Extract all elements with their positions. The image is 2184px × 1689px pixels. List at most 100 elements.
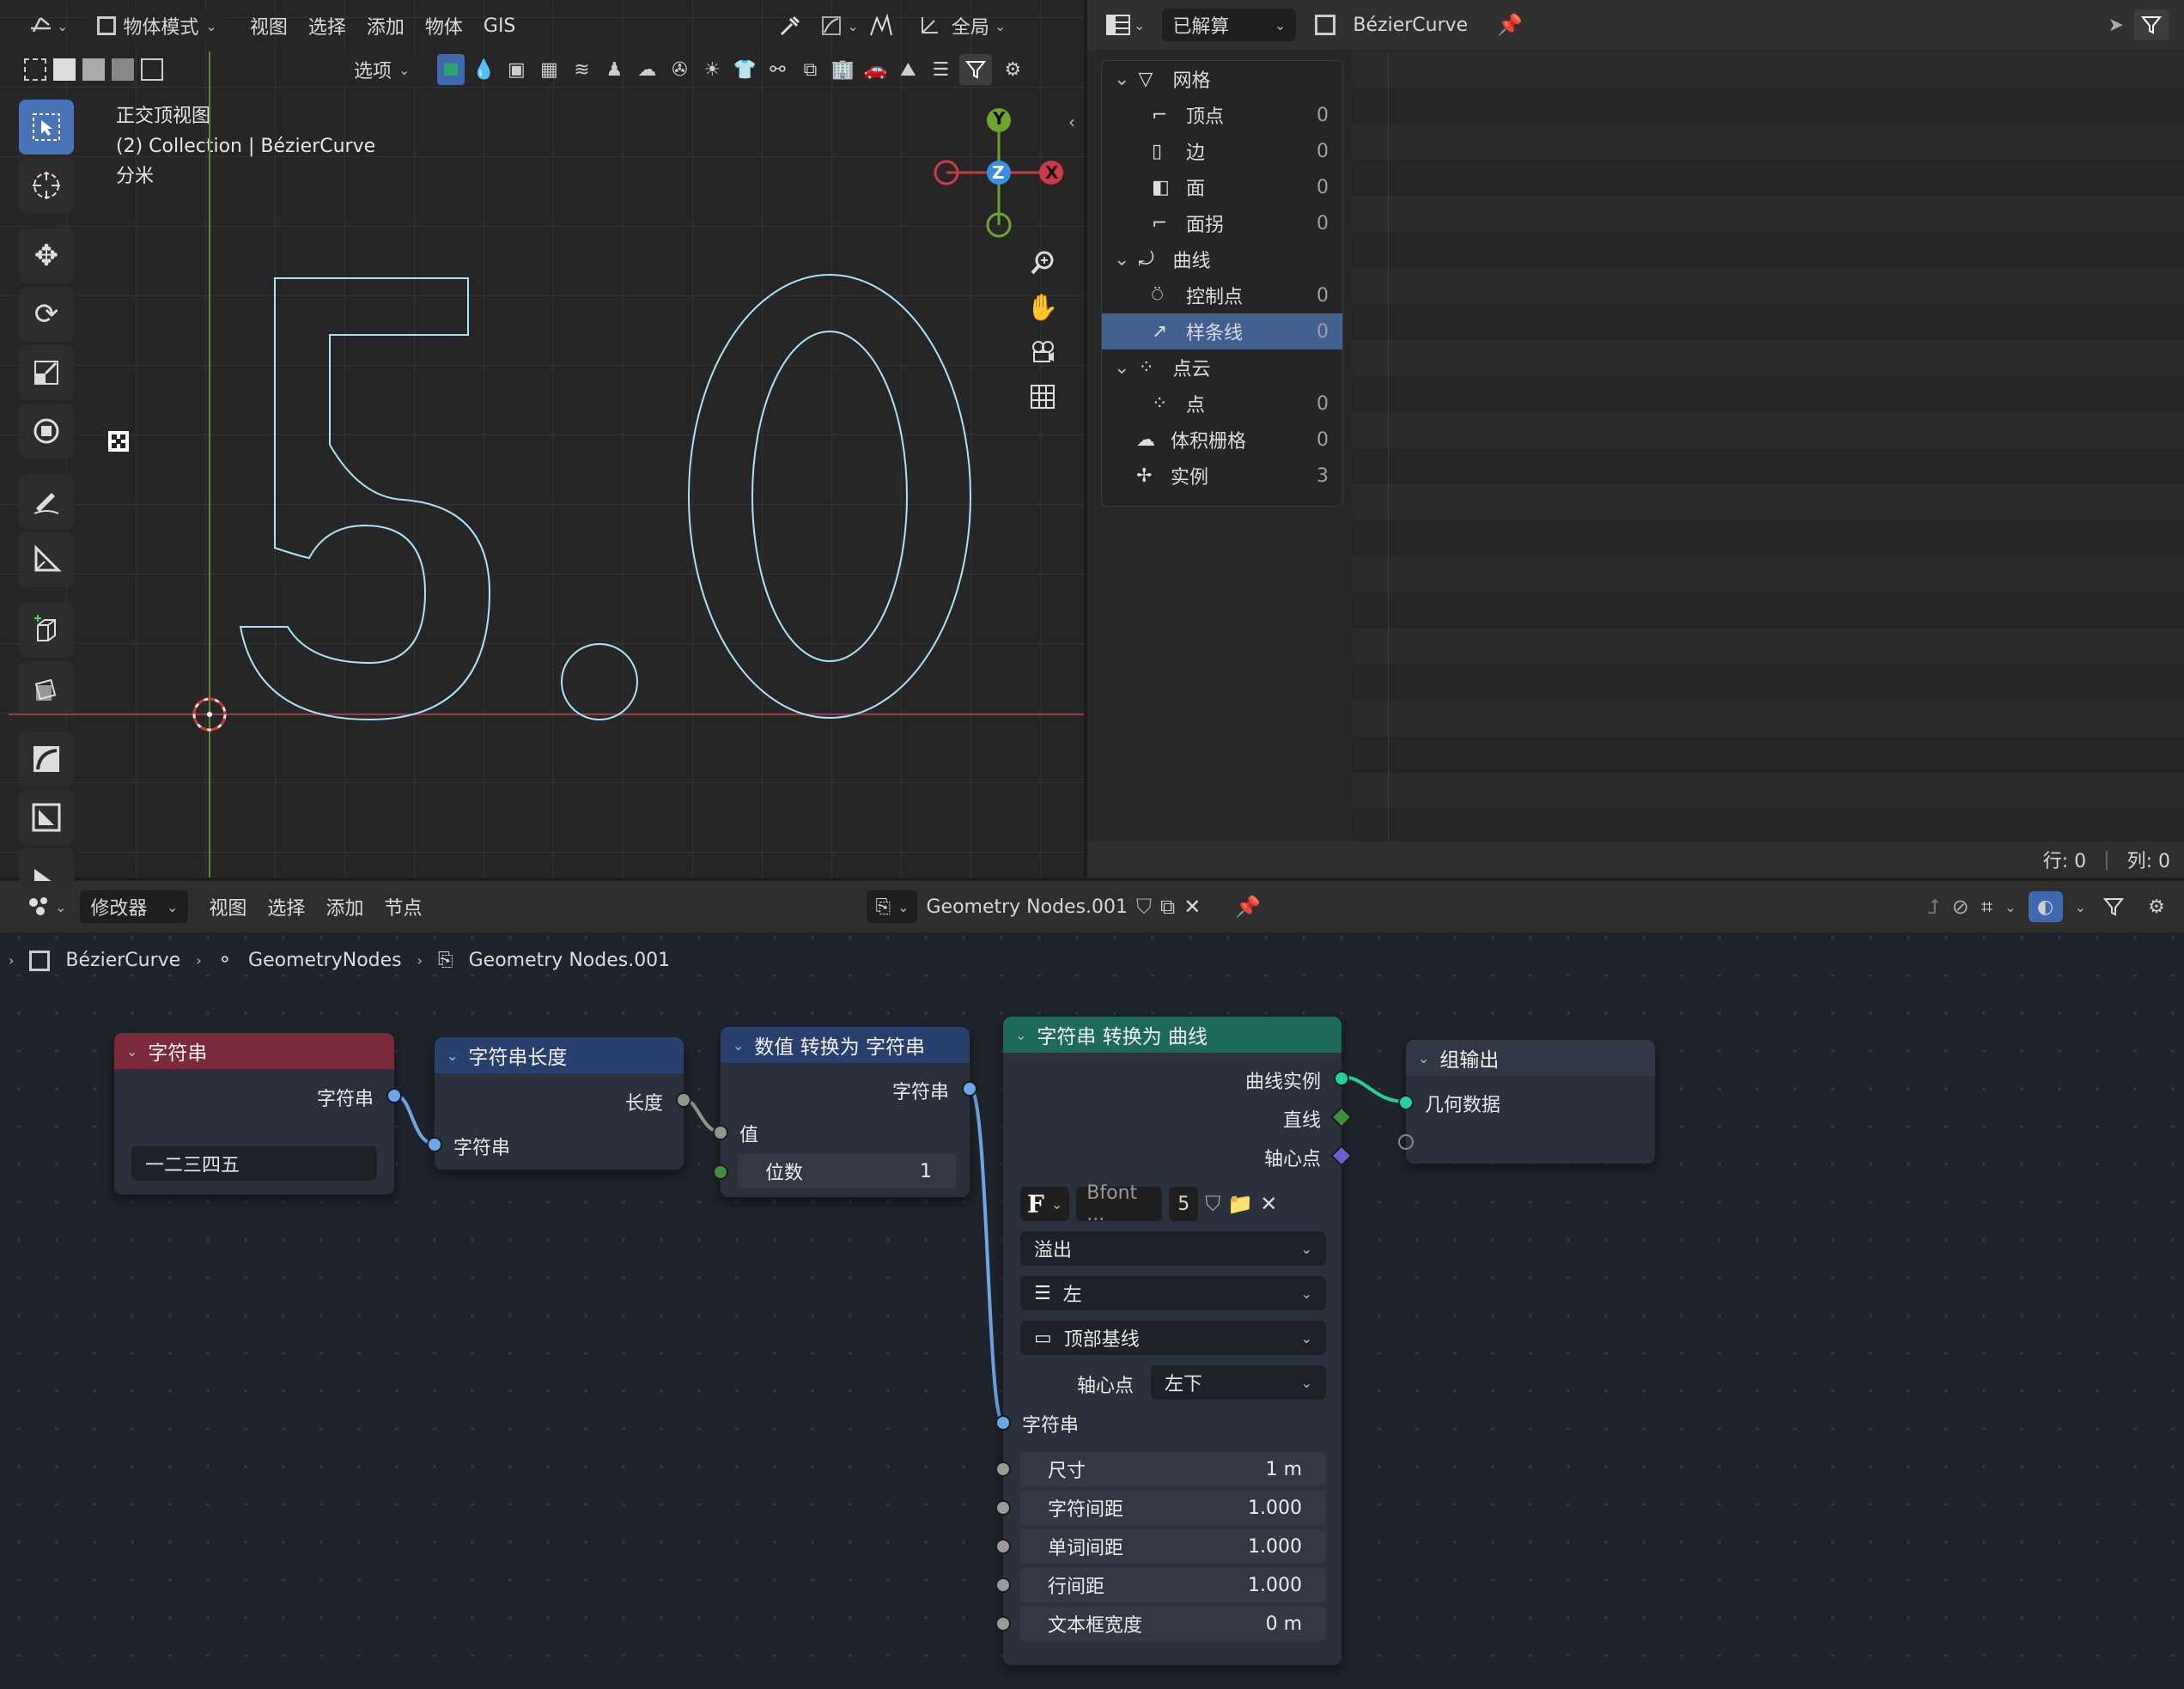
spreadsheet-header: ⌄ 已解算 ⌄ BézierCurve 📌 ➤ [1087,0,2184,50]
align-x-dropdown[interactable]: ☰ 左 ⌄ [1020,1276,1326,1310]
geometry-input-socket[interactable] [1398,1095,1414,1110]
camera-icon[interactable] [1027,337,1058,368]
pivot-mode-dropdown[interactable]: 左下 ⌄ [1151,1365,1326,1400]
empty-input-socket[interactable] [1398,1134,1414,1150]
align-y-dropdown[interactable]: ▭ 顶部基线 ⌄ [1020,1321,1326,1355]
collapse-chevron-icon[interactable]: ⌄ [733,1037,744,1054]
expand-chevron-icon[interactable]: ⌄ [1114,249,1129,270]
string-output-socket[interactable] [962,1081,977,1097]
spreadsheet-grid[interactable] [1352,52,2184,841]
string-to-curves-node[interactable]: ⌄ 字符串 转换为 曲线 曲线实例 直线 轴心点 F ⌄ Bfont ... 5… [995,1016,1353,1666]
value-to-string-node-header[interactable]: ⌄ 数值 转换为 字符串 [721,1027,970,1063]
string-input-socket[interactable] [427,1137,442,1152]
filter-icon[interactable] [2134,9,2169,40]
string-node[interactable]: ⌄ 字符串 字符串 一二三四五 [113,1032,402,1195]
numeric-field[interactable]: 文本框宽度 0 m [1020,1607,1326,1641]
float-input-socket[interactable] [995,1500,1011,1516]
hand-pan-icon[interactable]: ✋ [1026,292,1058,323]
numeric-field[interactable]: 行间距 1.000 [1020,1568,1326,1602]
float-input-socket[interactable] [995,1461,1011,1477]
value-to-string-node[interactable]: ⌄ 数值 转换为 字符串 字符串 值 位数 1 [713,1026,977,1198]
numeric-field-value: 1.000 [1248,1497,1302,1519]
group-output-node-header[interactable]: ⌄ 组输出 [1406,1040,1655,1076]
data-type-icon: ◧ [1152,176,1170,198]
spreadsheet-editor-icon[interactable] [1103,9,1134,40]
numeric-field[interactable]: 单词间距 1.000 [1020,1529,1326,1564]
3d-viewport[interactable]: ⌄ 物体模式 ⌄ 视图 选择 添加 物体 GIS ⌄ 全局 ⌄ 选项 ⌄ 💧 ▣… [0,0,1084,903]
decimals-input-socket[interactable] [713,1164,728,1180]
font-browse-button[interactable]: F ⌄ [1020,1187,1070,1221]
input-label: 字符串 [453,1138,511,1159]
object-icon [1315,15,1336,35]
chevron-left-icon[interactable]: ‹ [1068,112,1075,132]
string-to-curves-node-header[interactable]: ⌄ 字符串 转换为 曲线 [1003,1017,1341,1053]
string-length-node-header[interactable]: ⌄ 字符串长度 [435,1037,684,1073]
font-users-count[interactable]: 5 [1169,1187,1199,1221]
align-x-value: 左 [1062,1285,1082,1306]
text-curve-outline [239,274,971,721]
cursor-filter-icon[interactable]: ➤ [2108,15,2124,36]
tree-row[interactable]: ⌄ ⤾ 曲线 [1102,241,1342,277]
decimals-field[interactable]: 位数 1 [738,1154,956,1188]
chevron-down-icon: ⌄ [1275,16,1287,33]
value-input-socket[interactable] [713,1125,728,1140]
pin-icon[interactable]: 📌 [1497,13,1523,37]
pivot-mode-label: 轴心点 [1077,1376,1135,1397]
numeric-field[interactable]: 字符间距 1.000 [1020,1491,1326,1525]
collapse-chevron-icon[interactable]: ⌄ [447,1048,458,1064]
fake-user-shield-icon[interactable]: ⛉ [1205,1192,1220,1216]
tree-row[interactable]: ▯ 边 0 [1102,133,1342,169]
tree-row-count: 0 [1317,176,1329,198]
output-label: 长度 [624,1093,663,1115]
collapse-chevron-icon[interactable]: ⌄ [1015,1027,1026,1043]
close-icon[interactable]: ✕ [1260,1192,1277,1216]
string-node-header[interactable]: ⌄ 字符串 [114,1033,394,1069]
tree-row[interactable]: ⌐ 顶点 0 [1102,97,1342,133]
string-length-node[interactable]: ⌄ 字符串长度 长度 字符串 [427,1036,691,1170]
status-divider: | [2103,848,2110,871]
string-input-socket[interactable] [995,1415,1011,1431]
evaluated-dropdown[interactable]: 已解算 ⌄ [1162,9,1297,41]
float-input-socket[interactable] [995,1616,1011,1631]
tree-row[interactable]: ☁ 体积栅格 0 [1102,422,1342,458]
overflow-dropdown[interactable]: 溢出 ⌄ [1020,1231,1326,1266]
tree-row[interactable]: ⍥ 控制点 0 [1102,277,1342,313]
tree-row[interactable]: ⌐ 面拐 0 [1102,205,1342,241]
tree-row-label: 面拐 [1186,215,1225,236]
expand-chevron-icon[interactable]: ⌄ [1114,357,1129,379]
tree-row-label: 实例 [1171,467,1209,489]
group-output-node[interactable]: ⌄ 组输出 几何数据 [1398,1039,1656,1164]
align-left-icon: ☰ [1034,1282,1051,1304]
string-output-socket[interactable] [386,1088,402,1103]
tree-row[interactable]: ↗ 样条线 0 [1102,313,1342,349]
length-output-socket[interactable] [676,1092,691,1108]
collapse-chevron-icon[interactable]: ⌄ [1418,1050,1429,1066]
font-icon: F [1027,1189,1044,1218]
data-type-icon: ⌐ [1152,212,1168,234]
link-string-to-length [395,1094,435,1145]
link-string-to-curves [969,1087,1004,1422]
numeric-field-label: 字符间距 [1048,1499,1124,1521]
tree-row[interactable]: ⁘ 点 0 [1102,386,1342,422]
tree-row[interactable]: ⌄ ▽ 网格 [1102,61,1342,97]
string-value-field[interactable]: 一二三四五 [131,1146,377,1181]
node-editor[interactable]: ⌄ 修改器 ⌄ 视图 选择 添加 节点 ⎘ ⌄ Geometry Nodes.0… [0,881,2184,1689]
expand-chevron-icon[interactable]: ⌄ [1114,69,1129,90]
tree-row[interactable]: ✢ 实例 3 [1102,458,1342,494]
curve-instances-socket[interactable] [1334,1071,1349,1086]
node-title: 字符串 [148,1042,208,1065]
collapse-chevron-icon[interactable]: ⌄ [126,1043,137,1060]
zoom-icon[interactable] [1027,247,1058,278]
tree-row-count: 0 [1317,104,1329,126]
float-input-socket[interactable] [995,1539,1011,1554]
grid-icon[interactable] [1027,381,1058,412]
tree-row-label: 点云 [1172,359,1211,380]
tree-row-count: 0 [1317,428,1329,451]
numeric-field[interactable]: 尺寸 1 m [1020,1452,1326,1486]
folder-icon[interactable]: 📁 [1227,1192,1253,1216]
tree-row[interactable]: ⌄ ⁘ 点云 [1102,349,1342,386]
data-type-icon: ☁ [1136,428,1155,451]
tree-row[interactable]: ◧ 面 0 [1102,169,1342,205]
float-input-socket[interactable] [995,1577,1011,1593]
font-name-field[interactable]: Bfont ... [1076,1182,1163,1225]
